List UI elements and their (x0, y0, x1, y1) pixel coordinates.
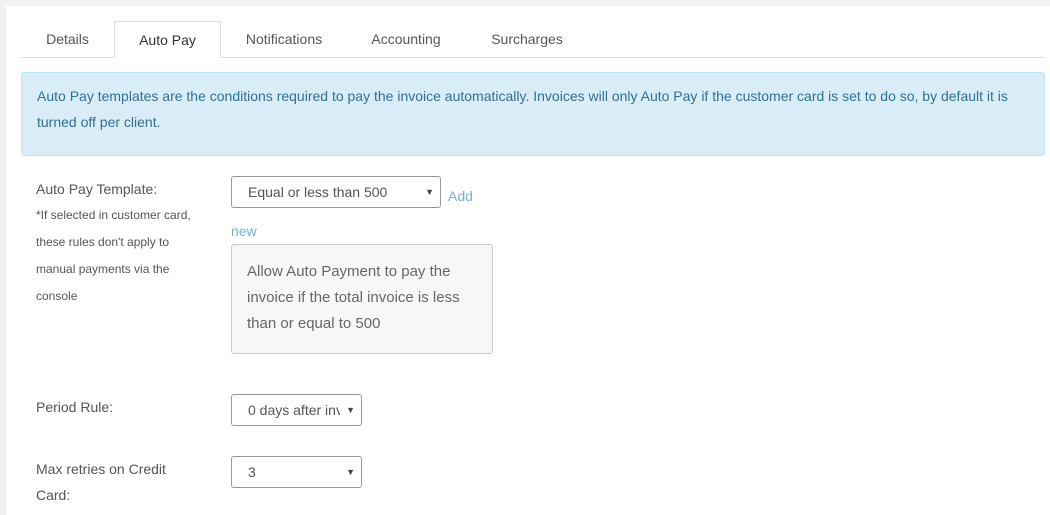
caret-down-icon: ▼ (346, 467, 355, 477)
caret-down-icon: ▼ (346, 405, 355, 415)
max-retries-select[interactable]: 3 ▼ (231, 456, 362, 488)
max-retries-label: Max retries on Credit Card: (36, 461, 166, 503)
period-rule-value: 0 days after invoice (248, 402, 340, 418)
template-description-text: Allow Auto Payment to pay the invoice if… (247, 263, 460, 332)
auto-pay-template-note: *If selected in customer card, these rul… (36, 208, 191, 303)
settings-panel: Details Auto Pay Notifications Accountin… (6, 6, 1050, 515)
period-rule-select[interactable]: 0 days after invoice ▼ (231, 394, 362, 426)
period-rule-label: Period Rule: (36, 399, 114, 415)
new-template-link[interactable]: new (231, 223, 257, 239)
alert-text: Auto Pay templates are the conditions re… (37, 88, 1008, 130)
auto-pay-template-select[interactable]: Equal or less than 500 ▼ (231, 176, 441, 208)
auto-pay-template-label: Auto Pay Template: (36, 181, 158, 197)
tab-details[interactable]: Details (21, 21, 114, 57)
tab-auto-pay[interactable]: Auto Pay (114, 21, 221, 58)
tab-accounting[interactable]: Accounting (347, 21, 465, 57)
auto-pay-template-value: Equal or less than 500 (248, 184, 388, 200)
add-template-link[interactable]: Add (448, 188, 473, 204)
tab-notifications[interactable]: Notifications (221, 21, 347, 57)
template-description-box: Allow Auto Payment to pay the invoice if… (231, 244, 493, 354)
info-alert: Auto Pay templates are the conditions re… (21, 72, 1045, 156)
tab-surcharges[interactable]: Surcharges (465, 21, 589, 57)
caret-down-icon: ▼ (425, 187, 434, 197)
tab-bar: Details Auto Pay Notifications Accountin… (21, 21, 1045, 58)
max-retries-value: 3 (248, 464, 256, 480)
